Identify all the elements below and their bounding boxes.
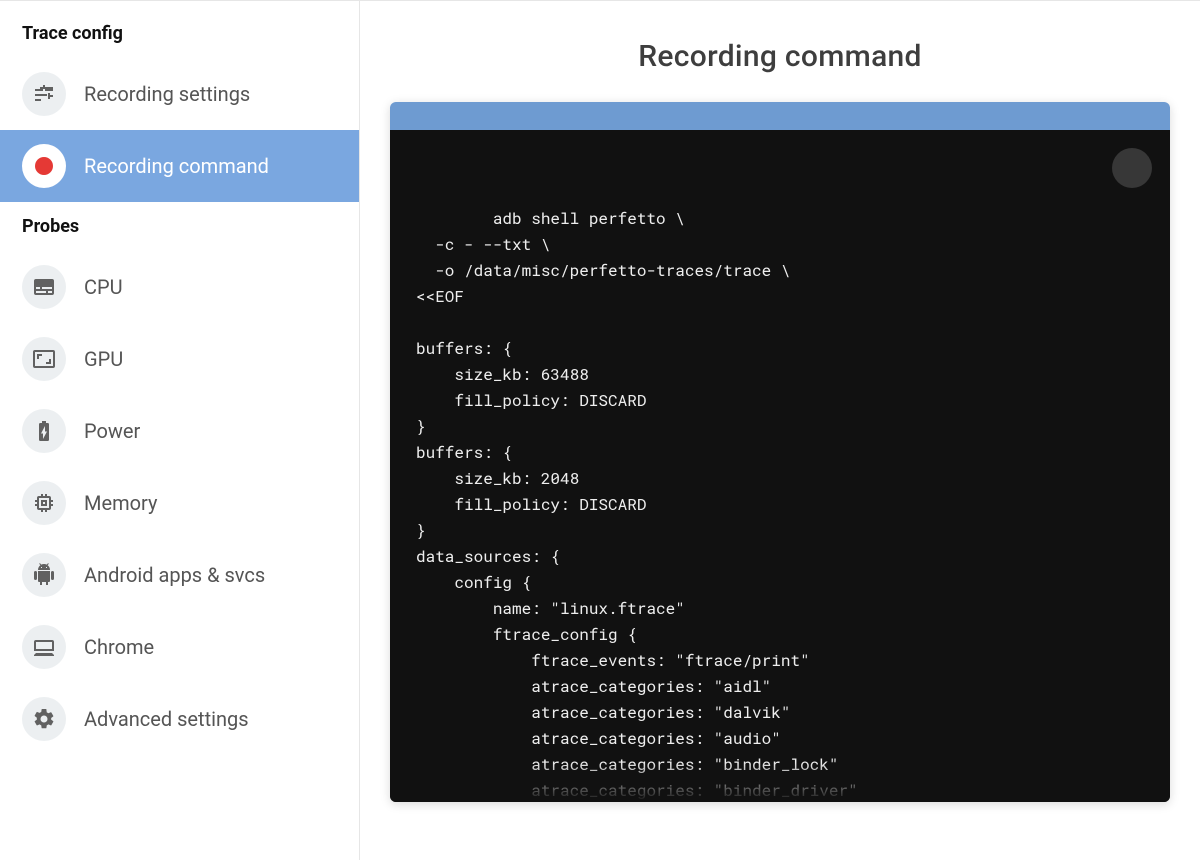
clipboard-icon (1062, 130, 1170, 210)
code-card: adb shell perfetto \ -c - --txt \ -o /da… (390, 102, 1170, 802)
sidebar-item-android[interactable]: Android apps & svcs (0, 539, 359, 611)
sidebar-item-label: GPU (84, 347, 337, 371)
gear-icon (22, 697, 66, 741)
sidebar-item-gpu[interactable]: GPU (0, 323, 359, 395)
sidebar-item-advanced[interactable]: Advanced settings (0, 683, 359, 755)
tune-icon (22, 72, 66, 116)
main-panel: Recording command adb shell perfetto \ -… (360, 1, 1200, 860)
battery-icon (22, 409, 66, 453)
sidebar-item-label: Memory (84, 491, 337, 515)
android-icon (22, 553, 66, 597)
code-body: adb shell perfetto \ -c - --txt \ -o /da… (390, 130, 1170, 802)
sidebar-item-label: Recording command (84, 154, 337, 178)
sidebar-item-memory[interactable]: Memory (0, 467, 359, 539)
sidebar-item-label: Advanced settings (84, 707, 337, 731)
sidebar-item-label: CPU (84, 275, 337, 299)
sidebar-item-chrome[interactable]: Chrome (0, 611, 359, 683)
sidebar-item-recording-command[interactable]: Recording command (0, 130, 359, 202)
sidebar-item-recording-settings[interactable]: Recording settings (0, 58, 359, 130)
sidebar-item-cpu[interactable]: CPU (0, 251, 359, 323)
sidebar-item-label: Recording settings (84, 82, 337, 106)
laptop-icon (22, 625, 66, 669)
sidebar-item-power[interactable]: Power (0, 395, 359, 467)
sidebar-item-label: Android apps & svcs (84, 563, 337, 587)
sidebar-item-label: Power (84, 419, 337, 443)
subtitles-icon (22, 265, 66, 309)
section-heading-probes: Probes (0, 216, 359, 251)
section-heading-trace: Trace config (0, 23, 359, 58)
memory-icon (22, 481, 66, 525)
code-card-header (390, 102, 1170, 130)
app-frame: Trace config Recording settings Recordin… (0, 0, 1200, 860)
code-text: adb shell perfetto \ -c - --txt \ -o /da… (416, 208, 858, 802)
page-title: Recording command (638, 39, 922, 74)
sidebar: Trace config Recording settings Recordin… (0, 1, 360, 860)
record-icon (22, 144, 66, 188)
aspect-ratio-icon (22, 337, 66, 381)
sidebar-item-label: Chrome (84, 635, 337, 659)
copy-button[interactable] (1112, 148, 1152, 188)
